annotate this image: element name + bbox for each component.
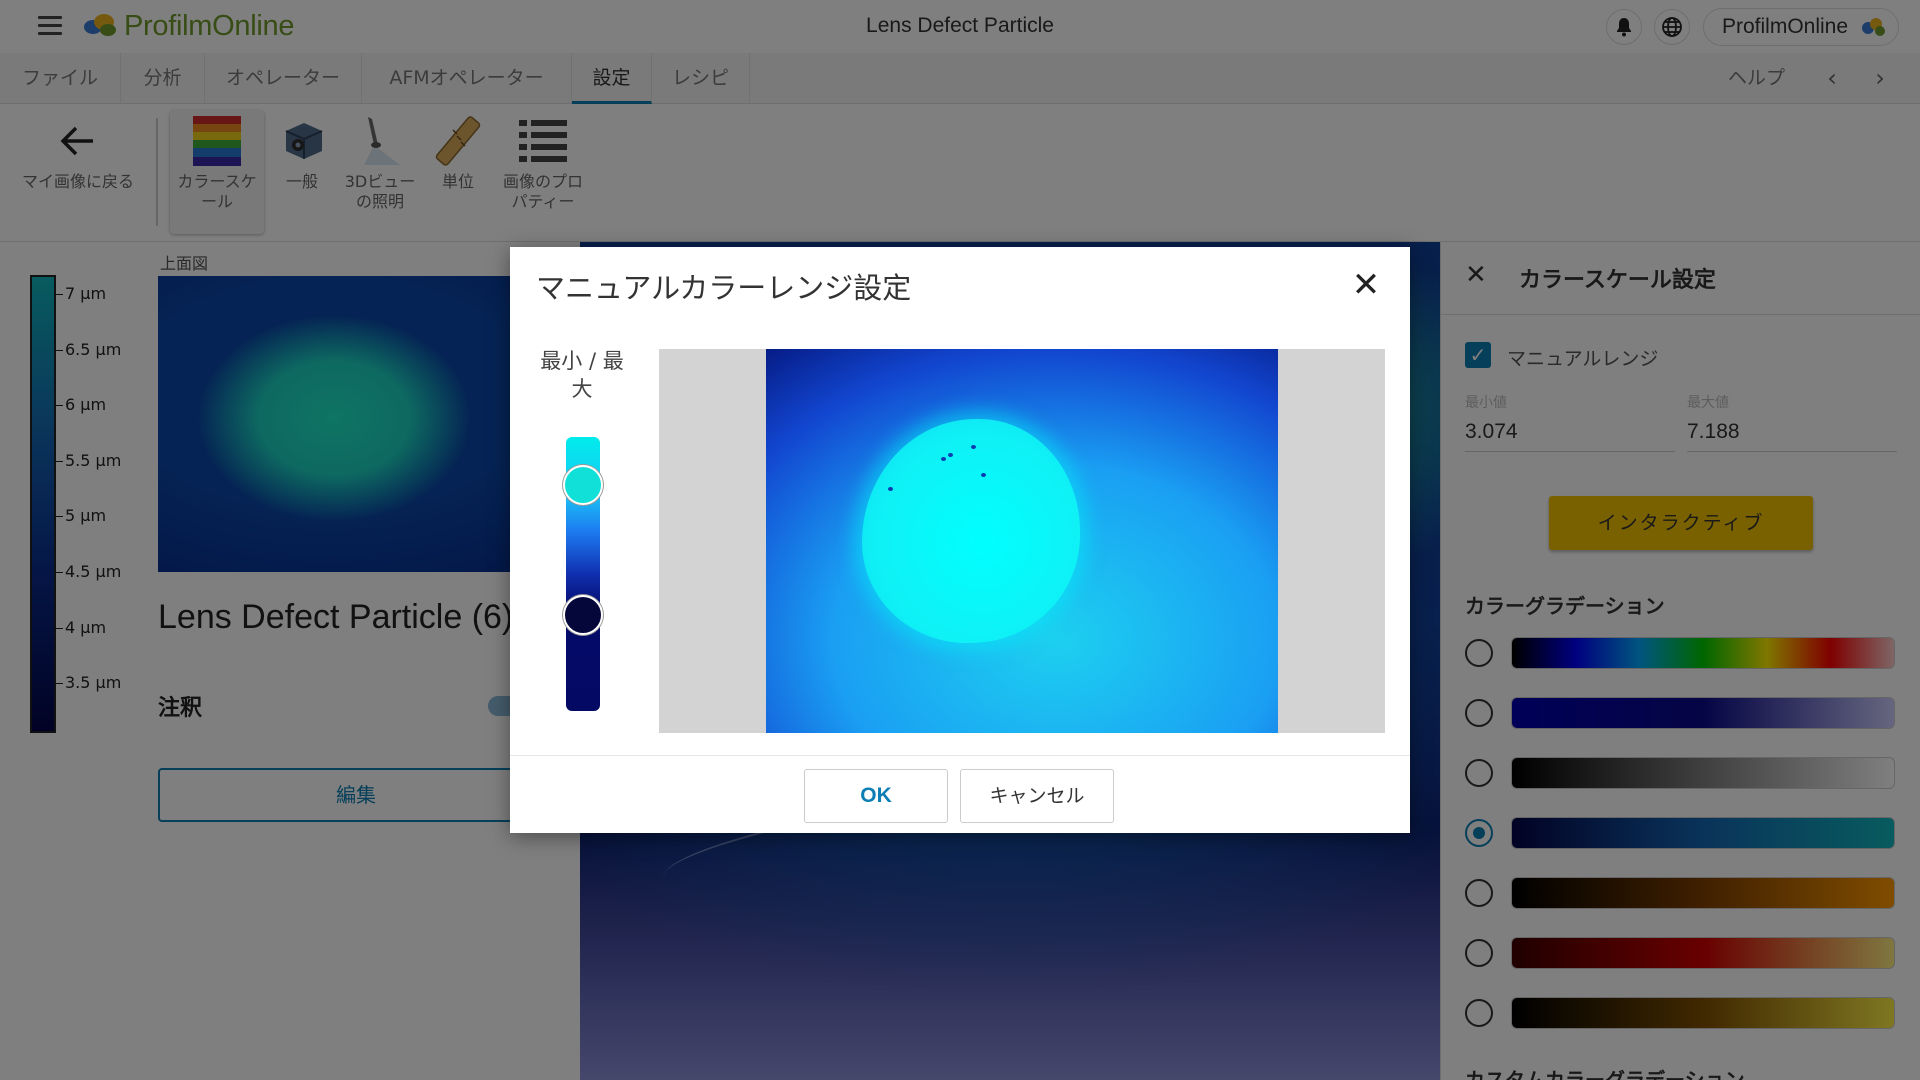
close-icon[interactable]: ✕ [1346,265,1386,305]
preview-area [659,349,1385,733]
dialog-footer-divider [510,755,1410,756]
min-max-label: 最小 / 最大 [540,349,624,401]
max-range-handle[interactable] [563,465,603,505]
min-range-handle[interactable] [563,595,603,635]
preview-image [766,349,1278,733]
preview-speck [971,445,976,449]
ok-button[interactable]: OK [804,769,948,823]
dialog-title: マニュアルカラーレンジ設定 [536,271,912,305]
preview-speck [948,453,953,457]
preview-speck [981,473,986,477]
manual-color-range-dialog: マニュアルカラーレンジ設定 ✕ 最小 / 最大 OK キャンセル [510,247,1410,833]
preview-speck [941,457,946,461]
cancel-button[interactable]: キャンセル [960,769,1114,823]
preview-speck [888,487,893,491]
